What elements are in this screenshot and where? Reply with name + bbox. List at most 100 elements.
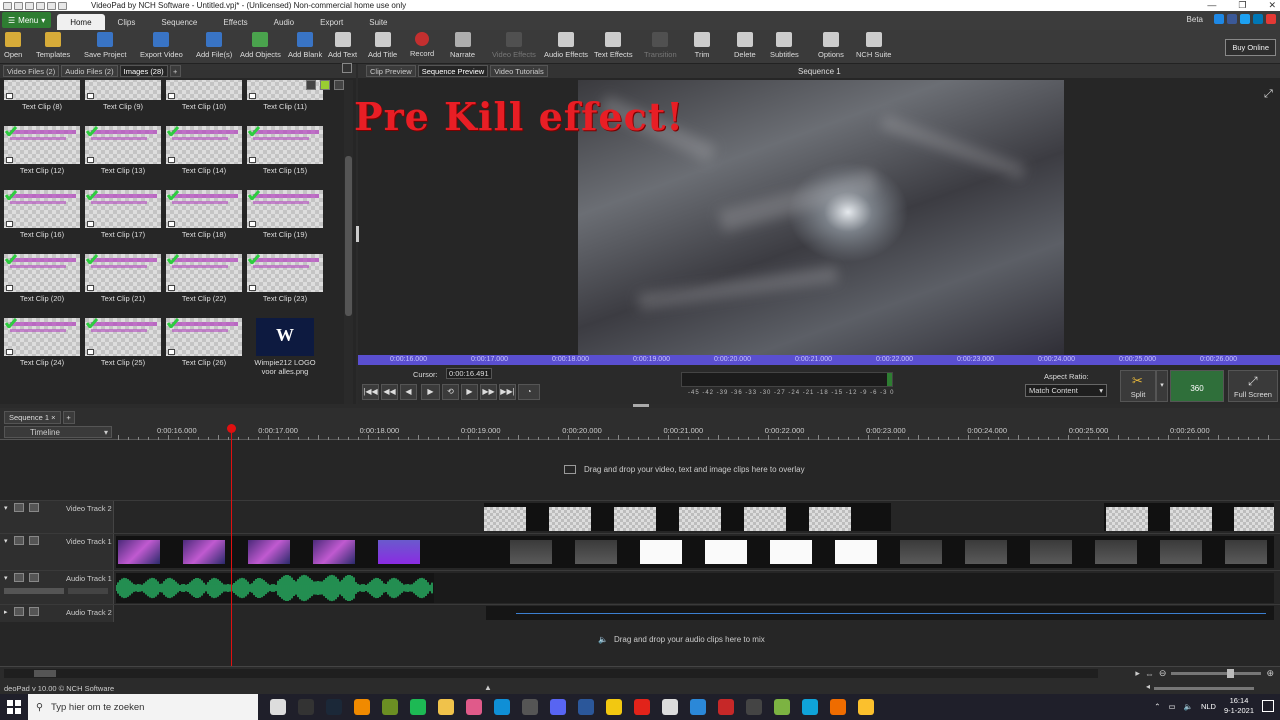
subtitles-button[interactable]: Subtitles bbox=[770, 32, 799, 64]
edge-icon[interactable] bbox=[494, 699, 510, 715]
volume-icon[interactable]: ◂ bbox=[1146, 682, 1150, 691]
expand-icon[interactable]: ⤢ bbox=[1264, 88, 1276, 100]
tab-video-tutorials[interactable]: Video Tutorials bbox=[490, 65, 548, 77]
linkedin-icon[interactable] bbox=[1253, 14, 1263, 24]
tab-sequence-preview[interactable]: Sequence Preview bbox=[417, 65, 489, 77]
add-text-button[interactable]: Add Text bbox=[328, 32, 357, 64]
splitter-handle[interactable] bbox=[633, 404, 649, 407]
bin-clip[interactable]: Text Clip (15) bbox=[247, 126, 323, 188]
undock-icon[interactable] bbox=[342, 63, 352, 73]
tab-video-files[interactable]: Video Files (2) bbox=[3, 65, 60, 77]
language-indicator[interactable]: NLD bbox=[1201, 702, 1216, 711]
video-effects-button[interactable]: Video Effects bbox=[492, 32, 536, 64]
bin-clip[interactable]: Text Clip (13) bbox=[85, 126, 161, 188]
track-options-icon[interactable] bbox=[29, 607, 39, 616]
bin-scroll-thumb[interactable] bbox=[345, 156, 352, 316]
store-icon[interactable] bbox=[690, 699, 706, 715]
scroll-right-icon[interactable]: ▸ bbox=[1135, 668, 1140, 679]
tab-export[interactable]: Export bbox=[307, 14, 356, 30]
twitter-icon[interactable] bbox=[1240, 14, 1250, 24]
network-icon[interactable]: ▭ bbox=[1169, 702, 1176, 711]
gog-icon[interactable] bbox=[802, 699, 818, 715]
minecraft-dungeons-icon[interactable] bbox=[774, 699, 790, 715]
start-button[interactable] bbox=[0, 694, 28, 720]
step-forward-button[interactable]: ▶ bbox=[461, 384, 478, 400]
open-button[interactable]: Open bbox=[4, 32, 22, 64]
delete-button[interactable]: Delete bbox=[734, 32, 756, 64]
nch-suite-button[interactable]: NCH Suite bbox=[856, 32, 891, 64]
zoom-out-icon[interactable]: ⊖ bbox=[1159, 668, 1167, 679]
bin-clip[interactable]: Text Clip (21) bbox=[85, 254, 161, 316]
obs-icon[interactable] bbox=[522, 699, 538, 715]
add-title-button[interactable]: Add Title bbox=[368, 32, 397, 64]
bin-folder-icon[interactable] bbox=[320, 80, 330, 90]
epic-games-icon[interactable] bbox=[298, 699, 314, 715]
file-explorer-icon[interactable] bbox=[438, 699, 454, 715]
bin-clip[interactable]: Text Clip (19) bbox=[247, 190, 323, 252]
notepad-icon[interactable] bbox=[662, 699, 678, 715]
speaker-icon[interactable] bbox=[14, 607, 24, 616]
tab-audio-files[interactable]: Audio Files (2) bbox=[61, 65, 118, 77]
close-button[interactable]: ✕ bbox=[1268, 0, 1276, 11]
split-button[interactable]: ✂ Split bbox=[1120, 370, 1156, 402]
aseprite-icon[interactable] bbox=[830, 699, 846, 715]
fit-icon[interactable]: ⇔ bbox=[1145, 669, 1154, 679]
aspect-ratio-select[interactable]: Match Content ▾ bbox=[1025, 384, 1107, 397]
step-back-button[interactable]: ◀ bbox=[400, 384, 417, 400]
collapse-arrow-icon[interactable]: ▸ bbox=[4, 608, 8, 616]
tray-expand-icon[interactable]: ⌃ bbox=[1154, 702, 1160, 711]
tab-effects[interactable]: Effects bbox=[210, 14, 260, 30]
menu-button[interactable]: ☰ Menu ▾ bbox=[2, 12, 52, 28]
timeline-scroll-thumb[interactable] bbox=[34, 670, 56, 677]
audio-clip-empty[interactable] bbox=[434, 573, 1274, 603]
speaker-icon[interactable]: 🔈 bbox=[1184, 702, 1193, 711]
save-project-button[interactable]: Save Project bbox=[84, 32, 127, 64]
notifications-icon[interactable] bbox=[1262, 700, 1274, 712]
snipping-icon[interactable] bbox=[466, 699, 482, 715]
speed-dial-button[interactable]: ◔ bbox=[518, 384, 540, 400]
text-clip-strip[interactable] bbox=[1104, 503, 1274, 531]
buy-online-button[interactable]: Buy Online bbox=[1225, 39, 1276, 56]
split-dropdown-button[interactable]: ▾ bbox=[1156, 370, 1168, 402]
master-volume-slider[interactable] bbox=[1154, 687, 1254, 690]
eye-icon[interactable] bbox=[14, 503, 24, 512]
bin-clip[interactable]: Text Clip (23) bbox=[247, 254, 323, 316]
maximize-button[interactable]: ❐ bbox=[1238, 0, 1246, 11]
templates-button[interactable]: Templates bbox=[36, 32, 70, 64]
narrate-button[interactable]: Narrate bbox=[450, 32, 475, 64]
tab-suite[interactable]: Suite bbox=[356, 14, 400, 30]
bin-clip[interactable]: W Wimpie212 LOGO voor alles.png bbox=[247, 318, 323, 380]
video-clip[interactable] bbox=[116, 536, 434, 568]
full-screen-button[interactable]: ⤢ Full Screen bbox=[1228, 370, 1278, 402]
bin-clip[interactable]: Text Clip (12) bbox=[4, 126, 80, 188]
bin-clip[interactable]: Text Clip (24) bbox=[4, 318, 80, 380]
trash-icon[interactable] bbox=[306, 80, 316, 90]
add-bin-tab-button[interactable]: + bbox=[169, 65, 181, 77]
audio-clip[interactable] bbox=[486, 606, 1274, 620]
go-to-end-button[interactable]: ▶▶| bbox=[499, 384, 516, 400]
360-button[interactable]: 360 bbox=[1170, 370, 1224, 402]
track-options-icon[interactable] bbox=[29, 573, 39, 582]
panel-resize-handle[interactable] bbox=[356, 226, 359, 242]
taskbar-search[interactable]: ⚲ Typ hier om te zoeken bbox=[28, 694, 258, 720]
nch-icon[interactable] bbox=[746, 699, 762, 715]
list-view-icon[interactable] bbox=[334, 80, 344, 90]
transition-button[interactable]: Transition bbox=[644, 32, 677, 64]
loop-button[interactable]: ⟲ bbox=[442, 384, 459, 400]
playhead[interactable] bbox=[227, 424, 236, 666]
track-options-icon[interactable] bbox=[29, 536, 39, 545]
bin-clip[interactable]: Text Clip (14) bbox=[166, 126, 242, 188]
minimize-button[interactable]: — bbox=[1207, 0, 1216, 11]
roblox-icon[interactable] bbox=[634, 699, 650, 715]
speaker-icon[interactable] bbox=[14, 573, 24, 582]
zoom-in-icon[interactable]: ⊕ bbox=[1266, 668, 1274, 679]
minecraft-icon[interactable] bbox=[382, 699, 398, 715]
video-clip[interactable] bbox=[434, 536, 1274, 568]
audio-effects-button[interactable]: Audio Effects bbox=[544, 32, 588, 64]
zoom-slider-thumb[interactable] bbox=[1227, 669, 1235, 678]
bin-clip[interactable]: Text Clip (8) bbox=[4, 80, 80, 124]
tab-images[interactable]: Images (28) bbox=[119, 65, 168, 77]
videopad-icon[interactable] bbox=[858, 699, 874, 715]
collapse-arrow-icon[interactable]: ▾ bbox=[4, 504, 8, 512]
save-file-icon[interactable] bbox=[36, 1, 45, 10]
